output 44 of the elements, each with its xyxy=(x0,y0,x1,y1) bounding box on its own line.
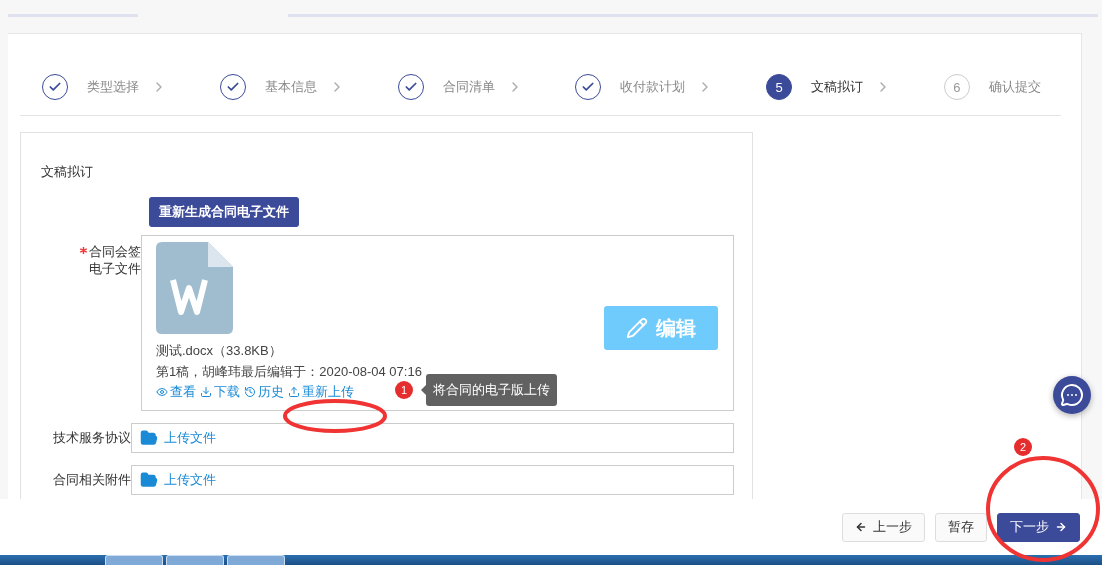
chat-icon xyxy=(1060,383,1084,407)
check-icon xyxy=(225,80,240,94)
upload-link[interactable]: 上传文件 xyxy=(140,471,216,489)
check-icon xyxy=(48,80,62,94)
step-label: 类型选择 xyxy=(87,78,139,96)
check-icon xyxy=(403,80,418,94)
step-label: 确认提交 xyxy=(989,78,1041,96)
step-label: 文稿拟订 xyxy=(811,78,864,96)
step-number-circle: 5 xyxy=(766,74,793,100)
taskbar-button[interactable] xyxy=(227,555,285,565)
required-asterisk-icon xyxy=(80,247,87,254)
eye-icon xyxy=(156,386,168,398)
arrow-right-icon xyxy=(1055,521,1067,533)
field-label: 合同相关附件 xyxy=(52,471,131,489)
folder-icon xyxy=(140,471,158,489)
arrow-left-icon xyxy=(855,521,867,533)
step-label: 合同清单 xyxy=(442,78,495,96)
regenerate-button[interactable]: 重新生成合同电子文件 xyxy=(149,197,299,227)
folder-icon xyxy=(140,429,158,447)
pencil-icon xyxy=(626,317,648,339)
save-button[interactable]: 暂存 xyxy=(935,512,987,542)
download-icon xyxy=(200,386,212,398)
field-label: 合同会签电子文件 xyxy=(41,235,141,411)
tooltip: 将合同的电子版上传 xyxy=(421,374,557,406)
file-action-link[interactable]: 查看 xyxy=(156,383,196,401)
step-label: 收付款计划 xyxy=(620,78,686,96)
step-label: 基本信息 xyxy=(264,78,317,96)
upload-link[interactable]: 上传文件 xyxy=(140,429,216,447)
file-action-link[interactable]: 历史 xyxy=(244,383,284,401)
taskbar-button[interactable] xyxy=(166,555,224,565)
file-action-link[interactable]: 重新上传 xyxy=(288,383,354,401)
file-action-link[interactable]: 下载 xyxy=(200,383,240,401)
upload-icon xyxy=(288,386,300,398)
step-number-circle: 6 xyxy=(944,74,970,100)
taskbar-button[interactable] xyxy=(105,555,163,565)
history-icon xyxy=(244,386,256,398)
prev-button[interactable]: 上一步 xyxy=(842,512,925,542)
file-name: 测试.docx（33.8KB） xyxy=(156,342,283,360)
check-icon xyxy=(581,80,596,94)
section-title: 文稿拟订 xyxy=(41,163,94,181)
word-file-icon xyxy=(156,242,233,334)
field-label: 技术服务协议 xyxy=(52,429,131,447)
next-button[interactable]: 下一步 xyxy=(997,512,1080,542)
file-meta: 第1稿，胡峰玮最后编辑于：2020-08-04 07:16 xyxy=(156,363,423,381)
